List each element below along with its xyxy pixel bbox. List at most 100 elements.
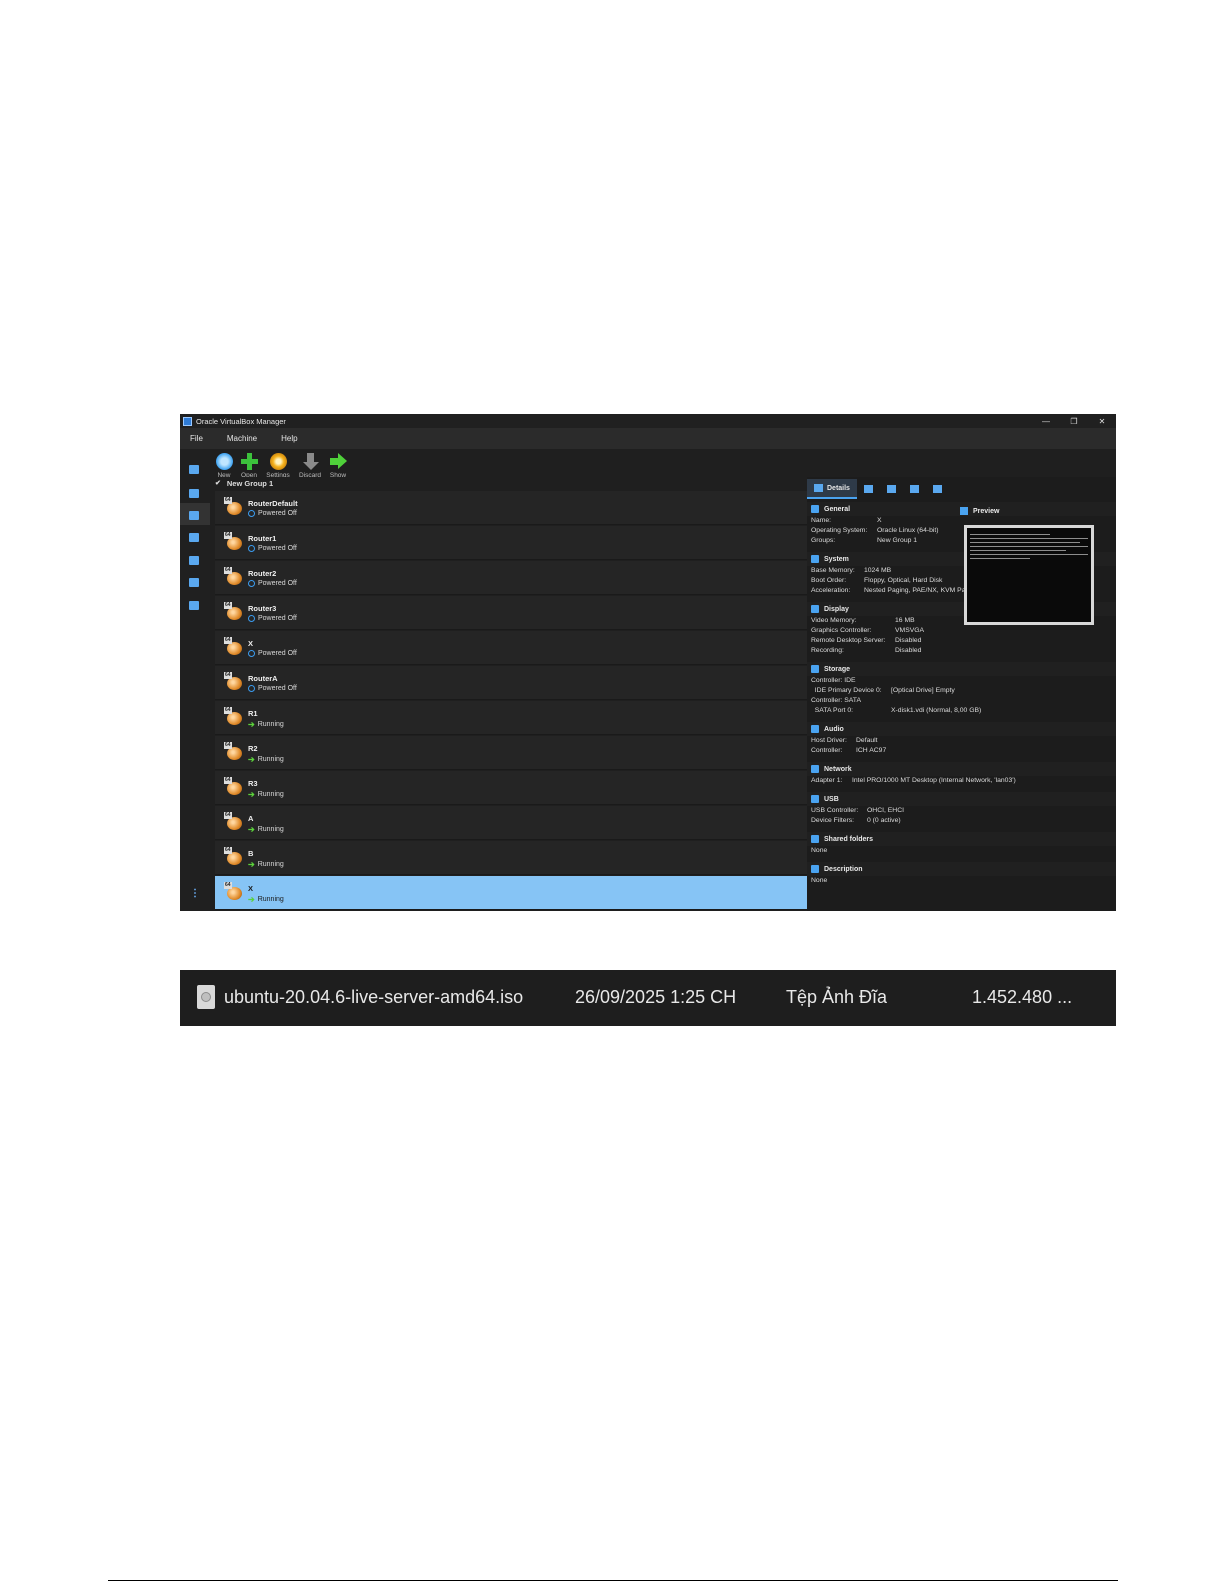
vm-state: Powered Off <box>248 685 297 692</box>
media-icon[interactable] <box>189 533 199 542</box>
section-title: Storage <box>824 665 851 673</box>
vm-row[interactable]: 64 Router1 Powered Off <box>215 526 807 560</box>
vm-row[interactable]: 64 R1 ➔ Running <box>215 701 807 735</box>
discard-button[interactable]: Discard <box>296 453 324 479</box>
tab-snapshots[interactable] <box>857 479 880 499</box>
running-arrow-icon: ➔ <box>248 895 255 904</box>
section-usb[interactable]: USB <box>807 792 1116 806</box>
vm-name: A <box>248 814 254 823</box>
menu-bar: File Machine Help <box>180 428 1116 449</box>
menu-help[interactable]: Help <box>281 434 297 443</box>
running-arrow-icon: ➔ <box>248 755 255 764</box>
section-shared[interactable]: Shared folders <box>807 832 1116 846</box>
detail-value: Intel PRO/1000 MT Desktop (Internal Netw… <box>852 777 1016 784</box>
machines-icon[interactable] <box>189 489 199 498</box>
group-header[interactable]: ✔︎ New Group 1 <box>215 477 273 489</box>
maximize-button[interactable]: ❐ <box>1060 414 1088 428</box>
console-line <box>970 550 1066 551</box>
menu-machine[interactable]: Machine <box>227 434 257 443</box>
detail-value: 0 (0 active) <box>867 817 901 824</box>
powered-off-icon <box>248 580 255 587</box>
file-list-row[interactable]: ubuntu-20.04.6-live-server-amd64.iso 26/… <box>180 970 1116 1026</box>
detail-value: Disabled <box>895 637 922 644</box>
powered-off-icon <box>248 685 255 692</box>
extensions-icon[interactable] <box>189 511 199 520</box>
new-button[interactable]: New <box>210 453 238 479</box>
detail-value: Default <box>856 737 878 744</box>
vm-row[interactable]: 64 RouterDefault Powered Off <box>215 491 807 525</box>
vm-row[interactable]: 64 R2 ➔ Running <box>215 736 807 770</box>
activities-icon[interactable] <box>189 601 199 610</box>
vm-state-label: Running <box>257 861 284 868</box>
os-64bit-badge: 64 <box>224 847 232 854</box>
oracle-linux-os-icon: 64 <box>224 707 244 727</box>
vm-state-label: Running <box>257 896 284 903</box>
minimize-button[interactable]: — <box>1032 414 1060 428</box>
network-icon <box>811 765 819 773</box>
section-title: Display <box>824 605 849 613</box>
oracle-linux-os-icon: 64 <box>224 497 244 517</box>
running-arrow-icon: ➔ <box>248 720 255 729</box>
vm-row[interactable]: 64 Router2 Powered Off <box>215 561 807 595</box>
detail-row: Video Memory: 16 MB <box>811 617 915 624</box>
file-name: ubuntu-20.04.6-live-server-amd64.iso <box>224 987 524 1007</box>
file-date: 26/09/2025 1:25 CH <box>575 987 737 1007</box>
os-64bit-badge: 64 <box>224 882 232 889</box>
vm-row[interactable]: 64 X Powered Off <box>215 631 807 665</box>
tab-properties[interactable] <box>926 479 949 499</box>
vm-name: Router2 <box>248 569 277 578</box>
vm-row[interactable]: 64 X ➔ Running <box>215 876 807 910</box>
detail-row: Remote Desktop Server: Disabled <box>811 637 921 644</box>
settings-button[interactable]: Settings <box>264 453 292 479</box>
os-64bit-badge: 64 <box>224 777 232 784</box>
vm-state: ➔ Running <box>248 720 284 729</box>
vm-state: ➔ Running <box>248 790 284 799</box>
section-description[interactable]: Description <box>807 862 1116 876</box>
os-64bit-badge: 64 <box>224 497 232 504</box>
vm-state: Powered Off <box>248 545 297 552</box>
powered-off-icon <box>248 650 255 657</box>
os-64bit-badge: 64 <box>224 742 232 749</box>
tab-logs[interactable] <box>880 479 903 499</box>
vm-row[interactable]: 64 R3 ➔ Running <box>215 771 807 805</box>
more-options-icon[interactable]: ⋮ <box>190 888 200 899</box>
detail-key: Groups: <box>811 537 836 544</box>
tab-details[interactable]: Details <box>807 479 857 499</box>
vm-state-label: Running <box>257 756 284 763</box>
detail-row: Host Driver: Default <box>811 737 878 744</box>
tab-activity[interactable] <box>903 479 926 499</box>
oracle-linux-os-icon: 64 <box>224 532 244 552</box>
oracle-linux-os-icon: 64 <box>224 847 244 867</box>
oracle-linux-os-icon: 64 <box>224 812 244 832</box>
section-network[interactable]: Network <box>807 762 1116 776</box>
vm-row[interactable]: 64 A ➔ Running <box>215 806 807 840</box>
system-icon <box>811 555 819 563</box>
preview-screen[interactable] <box>964 525 1094 625</box>
detail-key: Controller: <box>811 747 843 754</box>
detail-value: X <box>877 517 882 524</box>
menu-file[interactable]: File <box>190 434 203 443</box>
running-arrow-icon: ➔ <box>248 825 255 834</box>
open-button[interactable]: Open <box>235 453 263 479</box>
vm-name: RouterDefault <box>248 499 298 508</box>
oracle-linux-os-icon: 64 <box>224 777 244 797</box>
vm-name: X <box>248 639 254 648</box>
vm-row[interactable]: 64 RouterA Powered Off <box>215 666 807 700</box>
general-icon <box>811 505 819 513</box>
vm-state: ➔ Running <box>248 860 284 869</box>
preview-header: Preview <box>957 504 999 518</box>
network-tool-icon[interactable] <box>189 556 199 565</box>
detail-key: Operating System: <box>811 527 868 534</box>
vm-row[interactable]: 64 B ➔ Running <box>215 841 807 875</box>
vm-row[interactable]: 64 Router3 Powered Off <box>215 596 807 630</box>
section-audio[interactable]: Audio <box>807 722 1116 736</box>
detail-row: USB Controller: OHCI, EHCI <box>811 807 904 814</box>
welcome-icon[interactable] <box>189 465 199 474</box>
detail-row: Recording: Disabled <box>811 647 921 654</box>
close-button[interactable]: ✕ <box>1088 414 1116 428</box>
detail-key: Adapter 1: <box>811 777 843 784</box>
detail-row: Graphics Controller: VMSVGA <box>811 627 924 634</box>
cloud-icon[interactable] <box>189 578 199 587</box>
show-button[interactable]: Show <box>324 453 352 479</box>
os-64bit-badge: 64 <box>224 812 232 819</box>
